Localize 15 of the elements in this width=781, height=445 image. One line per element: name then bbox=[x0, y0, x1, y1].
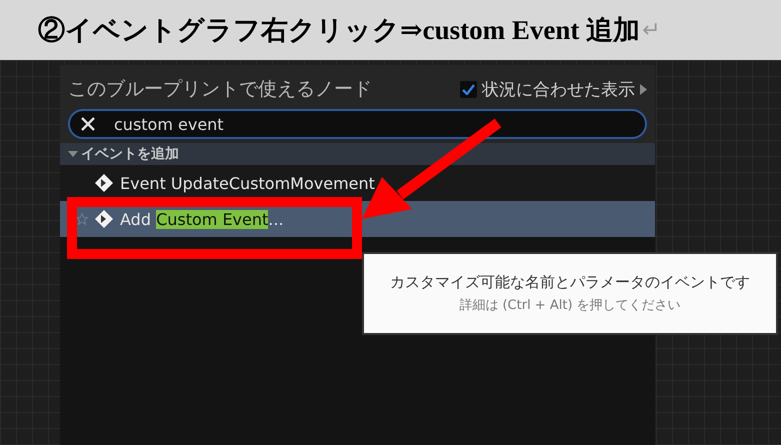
context-checkbox[interactable] bbox=[460, 80, 477, 98]
context-label: 状況に合わせた表示 bbox=[482, 78, 635, 100]
heading: ②イベントグラフ右クリック⇒custom Event 追加 bbox=[38, 14, 640, 47]
panel-title: このブループリントで使えるノード bbox=[68, 77, 372, 102]
tooltip-text: カスタマイズ可能な名前とパラメータのイベントです bbox=[390, 273, 750, 292]
triangle-icon[interactable] bbox=[640, 84, 647, 94]
paragraph-mark: ↵ bbox=[642, 18, 661, 42]
event-node-icon bbox=[94, 209, 114, 229]
search-field[interactable]: custom event bbox=[68, 109, 647, 139]
node-list-item[interactable]: Event UpdateCustomMovement bbox=[60, 165, 655, 201]
star-icon[interactable] bbox=[76, 212, 88, 224]
tooltip-hint: 詳細は (Ctrl + Alt) を押してください bbox=[459, 297, 681, 314]
category-header[interactable]: イベントを追加 bbox=[60, 143, 655, 165]
close-icon[interactable] bbox=[80, 116, 96, 132]
event-node-icon bbox=[94, 173, 114, 193]
